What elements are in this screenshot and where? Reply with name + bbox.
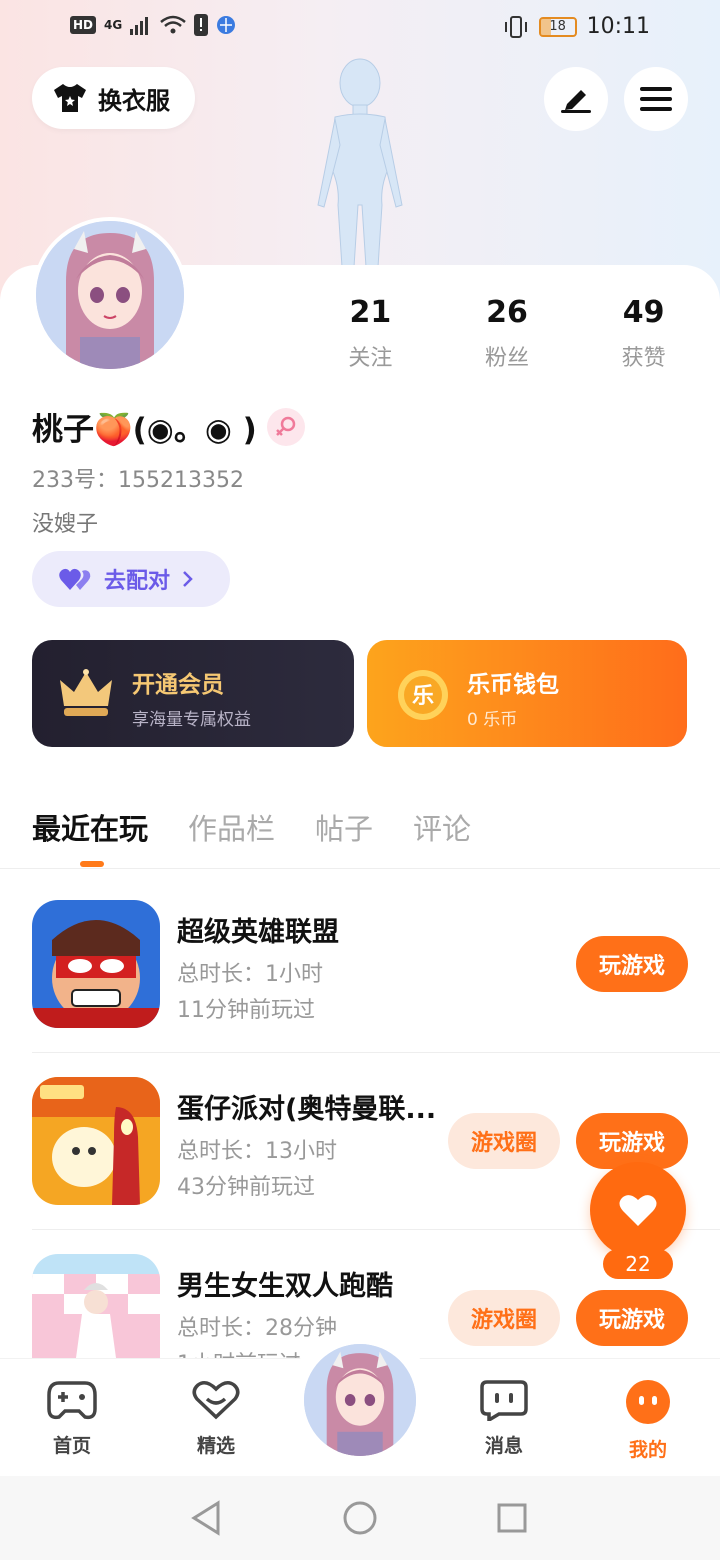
nav-featured-label: 精选 bbox=[196, 1435, 235, 1457]
game-title: 男生女生双人跑酷 bbox=[177, 1271, 393, 1302]
avatar[interactable] bbox=[32, 217, 188, 373]
profile-name: 桃子🍑(◉。◉ ) bbox=[32, 412, 257, 448]
match-label: 去配对 bbox=[104, 569, 171, 594]
game-circle-button[interactable]: 游戏圈 bbox=[448, 1113, 560, 1169]
hd-indicator: HD bbox=[70, 16, 97, 34]
clock: 10:11 bbox=[586, 14, 650, 39]
likes-label: 获赞 bbox=[621, 346, 666, 371]
fans-label: 粉丝 bbox=[485, 346, 530, 371]
nav-home[interactable]: 首页 bbox=[22, 1379, 122, 1458]
game-duration: 总时长：28分钟 bbox=[177, 1316, 337, 1341]
alert-icon bbox=[194, 14, 209, 36]
game-last-played: 11分钟前玩过 bbox=[177, 998, 315, 1023]
status-bar: HD 4G 18 10:11 bbox=[0, 0, 720, 56]
likes-count: 49 bbox=[622, 295, 665, 330]
vip-subtitle: 享海量专属权益 bbox=[132, 710, 251, 730]
row-divider bbox=[32, 1052, 720, 1053]
pen-icon bbox=[561, 90, 591, 113]
fans-count: 26 bbox=[486, 295, 528, 330]
wifi-icon bbox=[160, 15, 187, 34]
coin-icon: 乐 bbox=[398, 670, 448, 720]
menu-icon bbox=[640, 87, 672, 111]
profile-name-row: 桃子🍑(◉。◉ ) bbox=[32, 404, 305, 449]
following-label: 关注 bbox=[348, 346, 393, 371]
signal-icon bbox=[130, 17, 149, 35]
avatar-illustration bbox=[36, 221, 184, 369]
play-game-button[interactable]: 玩游戏 bbox=[576, 936, 688, 992]
stat-following[interactable]: 21 关注 bbox=[302, 295, 439, 372]
heart-outline-icon bbox=[192, 1381, 240, 1420]
svg-text:乐: 乐 bbox=[412, 684, 434, 709]
game-icon-eggy-party bbox=[32, 1077, 160, 1205]
game-icon-superhero bbox=[32, 900, 160, 1028]
nav-messages-label: 消息 bbox=[484, 1435, 523, 1457]
content-tabs: 最近在玩 作品栏 帖子 评论 bbox=[32, 806, 471, 848]
vibrate-icon bbox=[504, 15, 527, 38]
game-last-played: 43分钟前玩过 bbox=[177, 1175, 315, 1200]
user-id: 233号：155213352 bbox=[32, 468, 244, 493]
crown-icon bbox=[60, 669, 112, 716]
system-navigation-bar bbox=[0, 1476, 720, 1560]
coin-title: 乐币钱包 bbox=[467, 672, 559, 698]
vip-membership-card[interactable]: 开通会员 享海量专属权益 bbox=[32, 640, 354, 747]
stat-likes[interactable]: 49 获赞 bbox=[575, 295, 712, 372]
like-fab-button[interactable] bbox=[590, 1162, 686, 1258]
tab-recent-played[interactable]: 最近在玩 bbox=[32, 806, 148, 848]
tab-works[interactable]: 作品栏 bbox=[188, 806, 275, 848]
nav-mine-label: 我的 bbox=[628, 1439, 667, 1461]
nav-home-label: 首页 bbox=[52, 1435, 91, 1457]
coin-balance: 0 乐币 bbox=[467, 710, 518, 730]
game-circle-button[interactable]: 游戏圈 bbox=[448, 1290, 560, 1346]
network-type: 4G bbox=[104, 18, 123, 32]
play-game-button[interactable]: 玩游戏 bbox=[576, 1290, 688, 1346]
following-count: 21 bbox=[349, 295, 392, 330]
recents-icon[interactable] bbox=[496, 1502, 528, 1534]
tab-comments[interactable]: 评论 bbox=[413, 806, 471, 848]
home-circle-icon[interactable] bbox=[342, 1500, 378, 1536]
active-tab-indicator bbox=[80, 861, 104, 867]
user-bio: 没嫂子 bbox=[32, 512, 99, 537]
double-heart-icon bbox=[59, 568, 91, 590]
tshirt-icon bbox=[54, 84, 86, 112]
nav-mine[interactable]: 我的 bbox=[598, 1379, 698, 1462]
profile-stats: 21 关注 26 粉丝 49 获赞 bbox=[302, 295, 712, 372]
game-duration: 总时长：1小时 bbox=[177, 962, 323, 987]
change-outfit-button[interactable]: 换衣服 bbox=[32, 67, 195, 129]
tab-posts[interactable]: 帖子 bbox=[315, 806, 373, 848]
edit-profile-button[interactable] bbox=[544, 67, 608, 131]
browser-icon bbox=[217, 16, 236, 34]
female-icon bbox=[266, 407, 305, 446]
avatar-hologram bbox=[317, 58, 403, 268]
game-title: 超级英雄联盟 bbox=[177, 917, 339, 948]
vip-title: 开通会员 bbox=[132, 672, 224, 698]
stat-fans[interactable]: 26 粉丝 bbox=[439, 295, 576, 372]
coin-wallet-card[interactable]: 乐 乐币钱包 0 乐币 bbox=[367, 640, 687, 747]
profile-dots-icon bbox=[626, 1380, 670, 1424]
nav-messages[interactable]: 消息 bbox=[454, 1379, 554, 1458]
match-button[interactable]: 去配对 bbox=[32, 551, 230, 607]
game-title: 蛋仔派对(奥特曼联... bbox=[177, 1094, 437, 1125]
like-count: 22 bbox=[603, 1249, 673, 1279]
chevron-right-icon bbox=[183, 571, 193, 587]
tab-divider bbox=[0, 868, 720, 869]
change-outfit-label: 换衣服 bbox=[98, 86, 170, 115]
nav-avatar-button[interactable] bbox=[304, 1344, 416, 1456]
play-game-button[interactable]: 玩游戏 bbox=[576, 1113, 688, 1169]
menu-button[interactable] bbox=[624, 67, 688, 131]
game-row[interactable]: 超级英雄联盟 总时长：1小时 11分钟前玩过 玩游戏 bbox=[32, 900, 720, 1077]
nav-featured[interactable]: 精选 bbox=[166, 1379, 266, 1458]
game-duration: 总时长：13小时 bbox=[177, 1139, 337, 1164]
heart-icon bbox=[619, 1195, 657, 1226]
avatar-illustration-small bbox=[304, 1344, 416, 1456]
chat-icon bbox=[480, 1380, 528, 1424]
gamepad-icon bbox=[47, 1381, 97, 1420]
back-icon[interactable] bbox=[190, 1500, 222, 1536]
battery-indicator: 18 bbox=[538, 16, 577, 37]
